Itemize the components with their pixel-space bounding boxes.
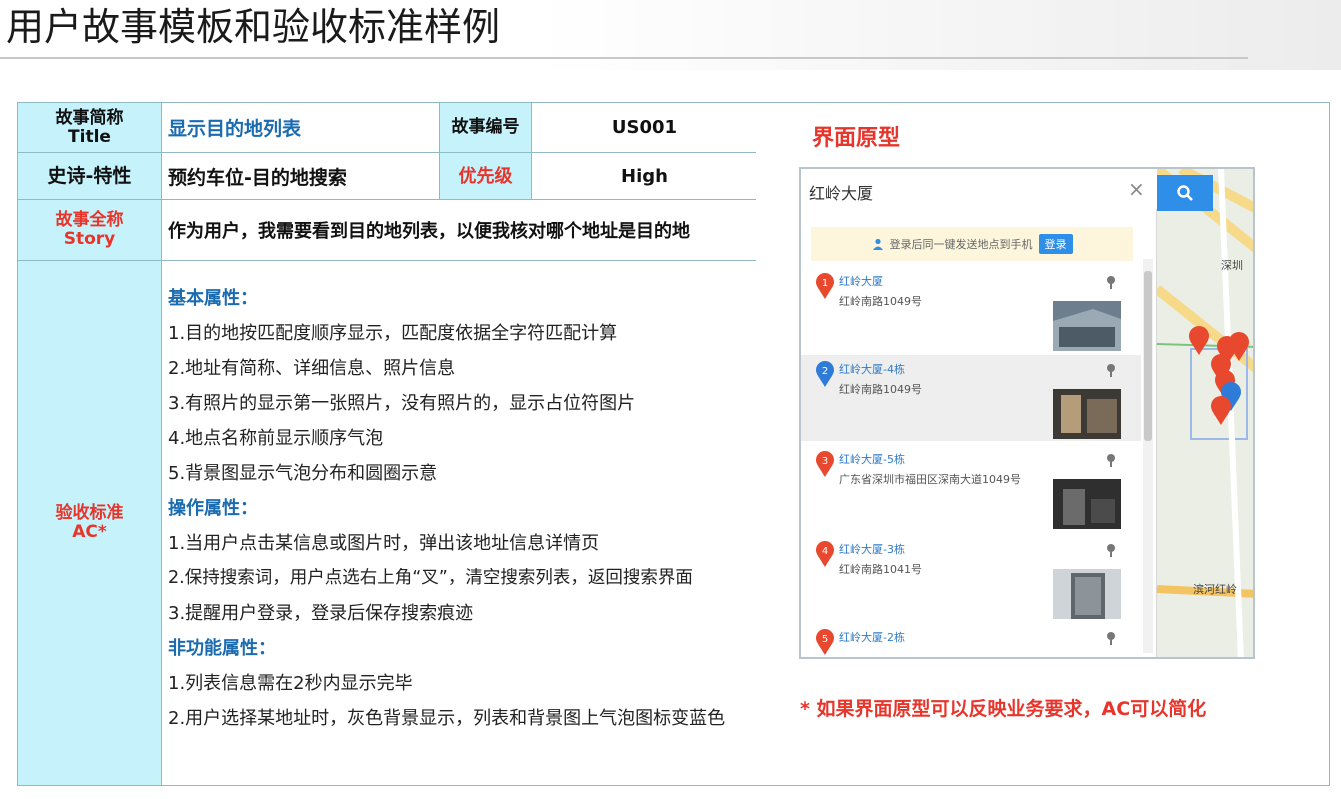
story-id-label: 故事编号: [439, 102, 532, 153]
ac-nonfunctional-heading: 非功能属性：: [168, 638, 276, 659]
ac-basic-item: 3.有照片的显示第一张照片，没有照片的，显示占位符图片: [168, 393, 636, 414]
clear-search-icon[interactable]: ×: [1128, 177, 1145, 201]
result-address: 红岭南路1049号: [839, 383, 922, 396]
result-address: 红岭南路1049号: [839, 295, 922, 308]
result-photo[interactable]: [1053, 569, 1121, 619]
result-photo[interactable]: [1053, 479, 1121, 529]
title-label-cn: 故事简称: [55, 107, 124, 128]
title-label-en: Title: [68, 126, 111, 147]
search-bar: 红岭大厦 ×: [801, 169, 1157, 213]
marker-pin-icon: 1: [816, 273, 834, 299]
search-input[interactable]: 红岭大厦: [809, 180, 873, 204]
result-item[interactable]: 3 红岭大厦-5栋 广东省深圳市福田区深南大道1049号: [801, 445, 1141, 531]
results-list: 登录后同一键发送地点到手机 登录 1 红岭大厦 红岭南路1049号 2 红岭大厦…: [801, 209, 1157, 657]
marker-number: 3: [822, 456, 828, 467]
page-title: 用户故事模板和验收标准样例: [6, 5, 501, 49]
ac-basic-heading: 基本属性：: [168, 288, 258, 309]
ac-basic-item: 5.背景图显示气泡分布和圆圈示意: [168, 463, 438, 484]
location-icon: [1107, 364, 1115, 377]
row-epic: 史诗-特性 预约车位-目的地搜索 优先级 High: [17, 152, 758, 200]
location-icon: [1107, 276, 1115, 289]
prototype-title: 界面原型: [812, 126, 901, 151]
result-photo[interactable]: [1053, 389, 1121, 439]
search-button[interactable]: [1157, 175, 1213, 211]
priority-label: 优先级: [439, 152, 532, 200]
result-name: 红岭大厦-4栋: [839, 363, 905, 376]
story-value: 作为用户，我需要看到目的地列表，以便我核对哪个地址是目的地: [161, 199, 758, 261]
result-name: 红岭大厦: [839, 275, 883, 288]
ui-prototype-mockup: 红岭大厦 × 登录后同一键发送地点到手机 登录 1 红岭大厦 红岭南路1049号…: [799, 167, 1255, 659]
scrollbar-thumb[interactable]: [1144, 271, 1152, 441]
marker-pin-icon: 3: [816, 451, 834, 477]
login-button[interactable]: 登录: [1038, 234, 1073, 254]
results-scrollbar[interactable]: [1143, 259, 1153, 653]
row-acceptance-criteria: 验收标准 AC* 基本属性： 1.目的地按匹配度顺序显示，匹配度依据全字符匹配计…: [17, 260, 758, 786]
title-label-cell: 故事简称 Title: [17, 102, 162, 153]
location-icon: [1107, 454, 1115, 467]
login-prompt: 登录后同一键发送地点到手机 登录: [811, 227, 1133, 261]
map-label: 深圳: [1221, 259, 1243, 272]
ac-label-en: AC*: [72, 522, 107, 542]
map-marker-cluster: [1189, 326, 1249, 425]
result-item[interactable]: 5 红岭大厦-2栋: [801, 623, 1141, 657]
result-address: 红岭南路1041号: [839, 563, 922, 576]
user-story-table: 故事简称 Title 显示目的地列表 故事编号 US001 史诗-特性 预约车位…: [17, 102, 758, 786]
marker-pin-icon: 2: [816, 361, 834, 387]
row-story: 故事全称 Story 作为用户，我需要看到目的地列表，以便我核对哪个地址是目的地: [17, 199, 758, 261]
story-label-en: Story: [63, 229, 116, 249]
ac-nonfunctional-item: 2.用户选择某地址时，灰色背景显示，列表和背景图上气泡图标变蓝色: [168, 708, 726, 729]
story-id-value: US001: [531, 102, 758, 153]
location-icon: [1107, 544, 1115, 557]
ac-basic-item: 2.地址有简称、详细信息、照片信息: [168, 358, 456, 379]
marker-pin-icon: 5: [816, 629, 834, 655]
map-label: 滨河红岭: [1193, 583, 1237, 596]
title-divider: [0, 57, 1248, 59]
ac-operation-item: 1.当用户点击某信息或图片时，弹出该地址信息详情页: [168, 533, 600, 554]
ac-operation-heading: 操作属性：: [168, 498, 258, 519]
result-name: 红岭大厦-3栋: [839, 543, 905, 556]
ac-operation-item: 2.保持搜索词，用户点选右上角“叉”，清空搜索列表，返回搜索界面: [168, 568, 693, 588]
marker-number: 2: [822, 366, 828, 377]
prototype-note: * 如果界面原型可以反映业务要求，AC可以简化: [800, 698, 1207, 720]
marker-number: 5: [822, 634, 828, 645]
ac-label-cn: 验收标准: [55, 503, 124, 523]
marker-pin-icon: 4: [816, 541, 834, 567]
ac-basic-item: 1.目的地按匹配度顺序显示，匹配度依据全字符匹配计算: [168, 323, 618, 344]
epic-value: 预约车位-目的地搜索: [161, 152, 440, 200]
ac-label-cell: 验收标准 AC*: [17, 260, 162, 786]
ac-basic-item: 4.地点名称前显示顺序气泡: [168, 428, 384, 449]
result-item-selected[interactable]: 2 红岭大厦-4栋 红岭南路1049号: [801, 355, 1141, 441]
row-title: 故事简称 Title 显示目的地列表 故事编号 US001: [17, 102, 758, 153]
login-hint: 登录后同一键发送地点到手机: [889, 238, 1033, 251]
location-icon: [1107, 632, 1115, 645]
user-icon: [872, 238, 883, 250]
marker-number: 4: [822, 546, 828, 557]
title-value: 显示目的地列表: [161, 102, 440, 153]
story-label-cn: 故事全称: [55, 210, 124, 230]
result-address: 广东省深圳市福田区深南大道1049号: [839, 473, 1021, 486]
story-label-cell: 故事全称 Story: [17, 199, 162, 261]
search-icon: [1177, 185, 1193, 201]
result-item[interactable]: 1 红岭大厦 红岭南路1049号: [801, 267, 1141, 353]
result-photo[interactable]: [1053, 301, 1121, 351]
result-item[interactable]: 4 红岭大厦-3栋 红岭南路1041号: [801, 535, 1141, 621]
ac-nonfunctional-item: 1.列表信息需在2秒内显示完毕: [168, 673, 413, 694]
result-name: 红岭大厦-5栋: [839, 453, 905, 466]
marker-number: 1: [822, 278, 828, 289]
ac-content: 基本属性： 1.目的地按匹配度顺序显示，匹配度依据全字符匹配计算 2.地址有简称…: [161, 260, 758, 786]
priority-value: High: [531, 152, 758, 200]
result-name: 红岭大厦-2栋: [839, 631, 905, 644]
ac-operation-item: 3.提醒用户登录，登录后保存搜索痕迹: [168, 603, 474, 624]
epic-label: 史诗-特性: [17, 152, 162, 200]
